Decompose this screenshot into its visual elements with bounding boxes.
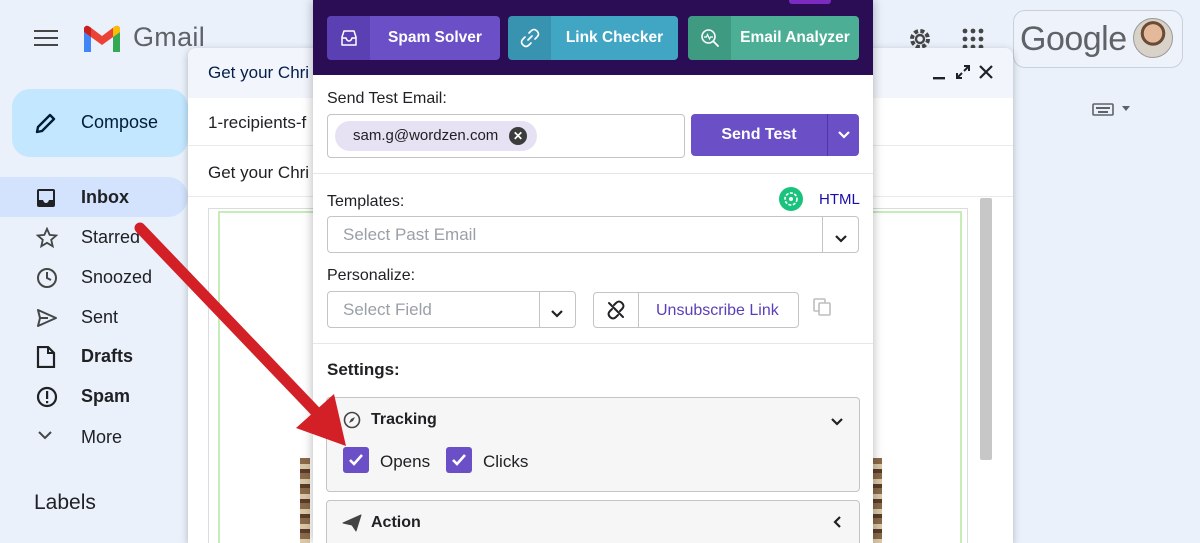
annotation-arrow [134,222,346,446]
